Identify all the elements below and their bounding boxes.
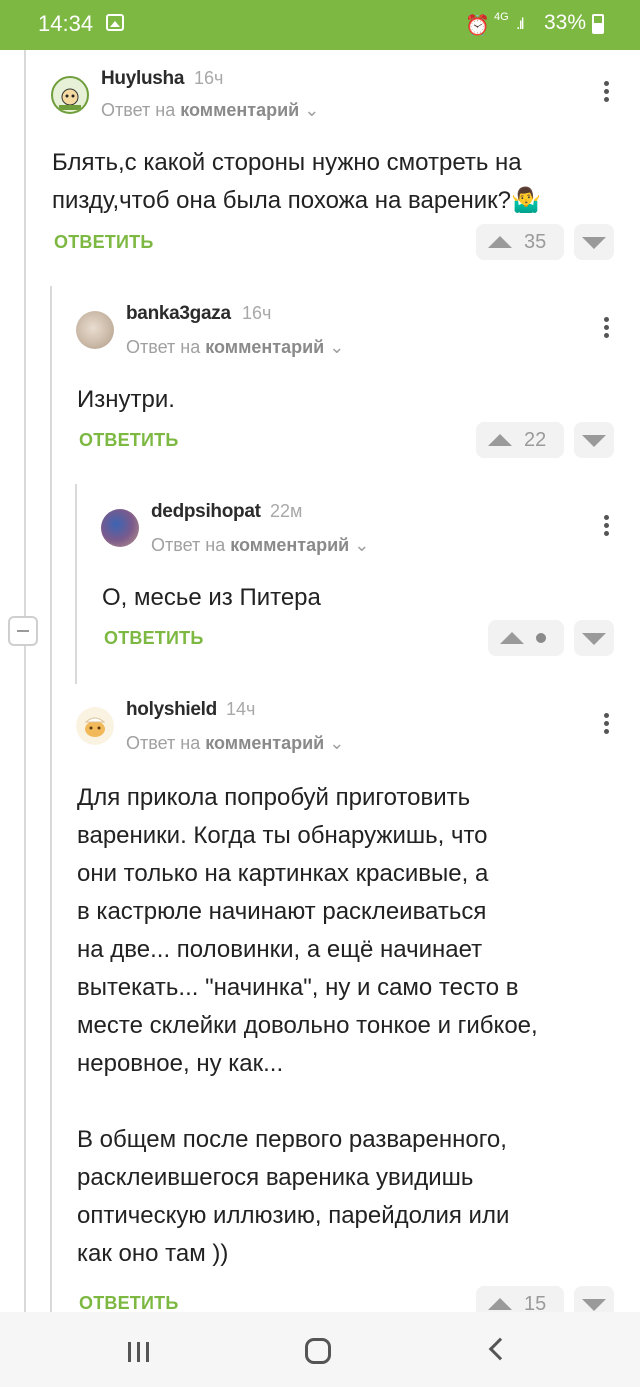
more-vert-icon[interactable] — [603, 515, 611, 539]
downvote-icon — [582, 237, 606, 249]
downvote-icon — [582, 633, 606, 645]
collapse-icon[interactable] — [8, 616, 38, 646]
reply-button[interactable]: ОТВЕТИТЬ — [79, 1293, 178, 1314]
comment-time: 16ч — [194, 68, 224, 88]
comment-text: Изнутри. — [77, 386, 175, 413]
downvote-button[interactable] — [574, 224, 614, 260]
image-icon — [106, 14, 124, 31]
signal-icon: .ıl — [516, 16, 525, 33]
thread-line — [24, 50, 26, 1312]
battery-icon — [592, 14, 604, 34]
chevron-down-icon: ⌄ — [329, 337, 345, 357]
comment-time: 16ч — [242, 303, 272, 323]
avatar[interactable] — [76, 707, 114, 745]
battery-level: 33% — [544, 11, 587, 34]
rating: 35 — [524, 231, 547, 253]
downvote-button[interactable] — [574, 620, 614, 656]
status-bar: 14:34 ⏰ 4G .ıl 33% — [0, 0, 640, 50]
upvote-icon — [500, 632, 524, 644]
reply-to[interactable]: Ответ на комментарий ⌄ — [126, 337, 344, 358]
rating: 22 — [524, 429, 547, 451]
thread-line — [75, 484, 77, 684]
status-time: 14:34 — [38, 11, 94, 36]
upvote-button[interactable]: 22 — [476, 422, 564, 458]
network-type: 4G — [494, 11, 509, 23]
thread-line — [50, 286, 52, 1312]
comment-time: 22м — [270, 501, 303, 521]
reply-to[interactable]: Ответ на комментарий ⌄ — [101, 100, 319, 121]
reply-to[interactable]: Ответ на комментарий ⌄ — [151, 535, 369, 556]
upvote-button[interactable]: 35 — [476, 224, 564, 260]
upvote-icon — [488, 434, 512, 446]
home-icon[interactable] — [305, 1338, 331, 1364]
more-vert-icon[interactable] — [603, 317, 611, 341]
alarm-icon: ⏰ — [465, 15, 490, 37]
downvote-icon — [582, 1299, 606, 1311]
comment-text: Для прикола попробуй приготовить вареник… — [77, 784, 538, 1267]
avatar[interactable] — [51, 76, 89, 114]
reply-button[interactable]: ОТВЕТИТЬ — [54, 232, 153, 253]
username[interactable]: Huylusha — [101, 68, 184, 90]
reply-button[interactable]: ОТВЕТИТЬ — [79, 430, 178, 451]
downvote-icon — [582, 435, 606, 447]
upvote-button[interactable] — [488, 620, 564, 656]
username[interactable]: holyshield — [126, 699, 217, 721]
more-vert-icon[interactable] — [603, 713, 611, 737]
comment-text: О, месье из Питера — [102, 584, 321, 611]
back-icon[interactable] — [488, 1337, 512, 1361]
avatar[interactable] — [76, 311, 114, 349]
upvote-icon — [488, 236, 512, 248]
navigation-bar — [0, 1312, 640, 1387]
avatar[interactable] — [101, 509, 139, 547]
comment-text: Блять,с какой стороны нужно смотреть на … — [52, 149, 541, 214]
recent-apps-icon[interactable] — [128, 1342, 155, 1367]
chevron-down-icon: ⌄ — [304, 100, 320, 120]
reply-to[interactable]: Ответ на комментарий ⌄ — [126, 733, 344, 754]
upvote-icon — [488, 1298, 512, 1310]
username[interactable]: dedpsihopat — [151, 501, 261, 523]
more-vert-icon[interactable] — [603, 81, 611, 105]
comment-time: 14ч — [226, 699, 256, 719]
downvote-button[interactable] — [574, 422, 614, 458]
username[interactable]: banka3gaza — [126, 303, 231, 325]
reply-button[interactable]: ОТВЕТИТЬ — [104, 628, 203, 649]
rating-hidden-dot — [536, 633, 546, 643]
chevron-down-icon: ⌄ — [329, 733, 345, 753]
chevron-down-icon: ⌄ — [354, 535, 370, 555]
